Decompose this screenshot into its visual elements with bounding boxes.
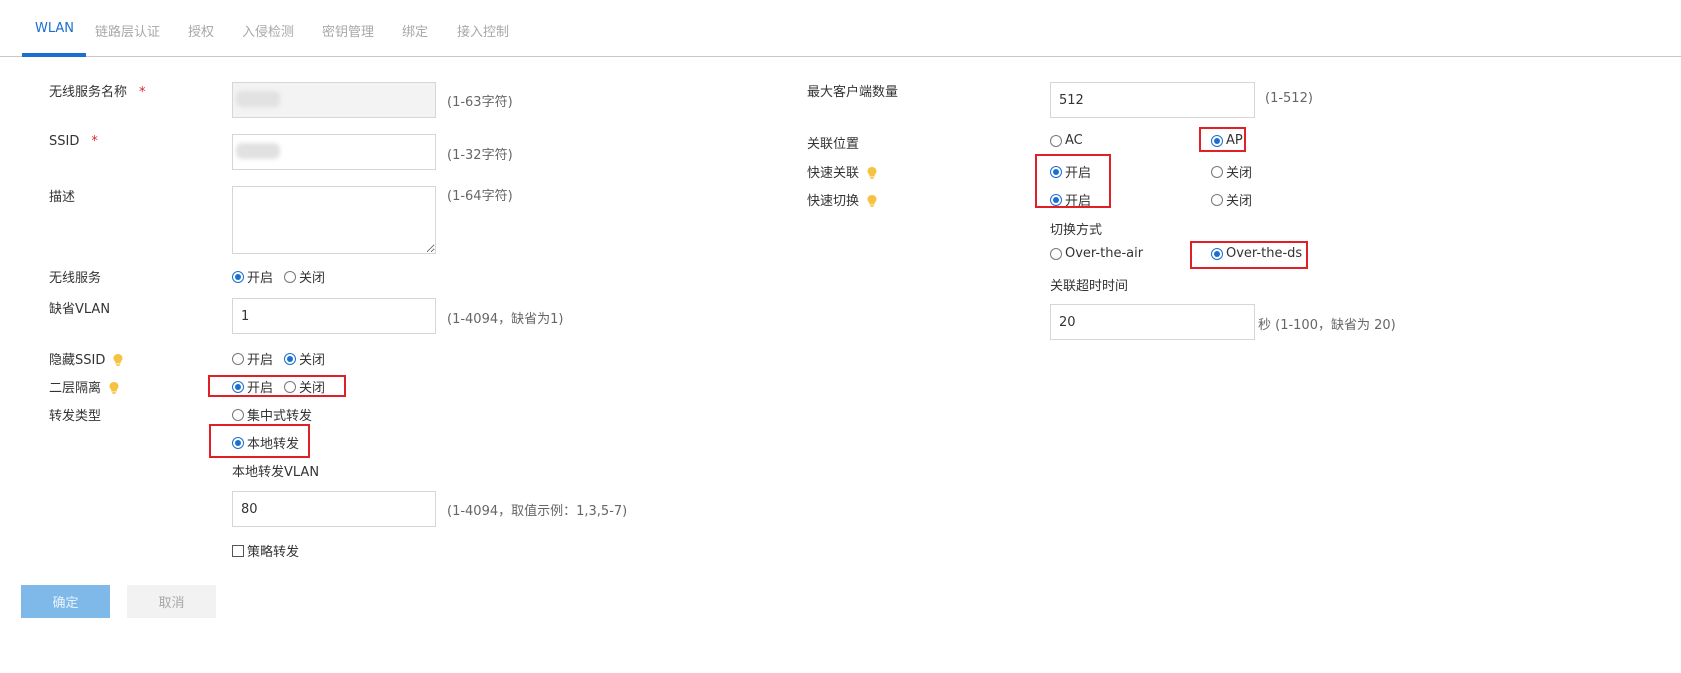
- radio-unselected-icon: [1050, 134, 1062, 147]
- highlight-box: [1190, 241, 1308, 269]
- default-vlan-field[interactable]: [232, 298, 436, 334]
- description-field[interactable]: [232, 186, 436, 254]
- tab-access-control[interactable]: 接入控制: [457, 21, 509, 40]
- hide-ssid-on-radio[interactable]: 开启: [232, 349, 273, 368]
- default-vlan-hint: (1-4094，缺省为1): [447, 312, 564, 327]
- wireless-service-off-radio[interactable]: 关闭: [284, 267, 325, 286]
- wireless-service-on-radio[interactable]: 开启: [232, 267, 273, 286]
- lightbulb-icon: [109, 382, 119, 394]
- confirm-button[interactable]: 确定: [21, 585, 110, 618]
- max-clients-hint: (1-512): [1265, 91, 1313, 106]
- assoc-location-ac-radio[interactable]: AC: [1050, 133, 1083, 148]
- active-tab-indicator: [22, 53, 86, 57]
- tab-binding[interactable]: 绑定: [402, 21, 428, 40]
- radio-unselected-icon: [232, 408, 244, 421]
- ssid-name-label: 无线服务名称 *: [49, 85, 146, 100]
- required-marker: *: [139, 85, 146, 100]
- checkbox-icon: [232, 544, 244, 557]
- fast-assoc-label: 快速关联: [807, 162, 877, 181]
- redacted-value: [236, 91, 280, 107]
- central-forward-radio[interactable]: 集中式转发: [232, 405, 312, 424]
- highlight-box: [208, 375, 346, 397]
- tab-key-management[interactable]: 密钥管理: [322, 21, 374, 40]
- tab-authorization[interactable]: 授权: [188, 21, 214, 40]
- l2-isolation-label: 二层隔离: [49, 377, 119, 396]
- wireless-service-label: 无线服务: [49, 271, 102, 286]
- radio-unselected-icon: [284, 270, 296, 283]
- highlight-box: [1199, 127, 1246, 152]
- fast-roam-label: 快速切换: [807, 190, 877, 209]
- forward-type-label: 转发类型: [49, 409, 102, 424]
- assoc-timeout-field[interactable]: [1050, 304, 1255, 340]
- hide-ssid-label: 隐藏SSID: [49, 349, 123, 368]
- assoc-location-label: 关联位置: [807, 137, 860, 152]
- lightbulb-icon: [867, 195, 877, 207]
- ssid-hint: (1-32字符): [447, 148, 513, 163]
- fast-assoc-off-radio[interactable]: 关闭: [1211, 162, 1252, 181]
- tab-bar: WLAN 链路层认证 授权 入侵检测 密钥管理 绑定 接入控制: [0, 0, 1681, 57]
- ssid-name-hint: (1-63字符): [447, 95, 513, 110]
- policy-forward-checkbox[interactable]: 策略转发: [232, 541, 299, 560]
- lightbulb-icon: [867, 167, 877, 179]
- local-vlan-hint: (1-4094，取值示例：1,3,5-7): [447, 504, 628, 519]
- radio-unselected-icon: [1211, 193, 1223, 206]
- redacted-value: [236, 143, 280, 159]
- tab-link-auth[interactable]: 链路层认证: [95, 21, 160, 40]
- default-vlan-label: 缺省VLAN: [49, 302, 111, 317]
- radio-unselected-icon: [1050, 247, 1062, 260]
- local-vlan-label: 本地转发VLAN: [232, 465, 320, 480]
- max-clients-field[interactable]: [1050, 82, 1255, 118]
- radio-unselected-icon: [1211, 165, 1223, 178]
- fast-roam-off-radio[interactable]: 关闭: [1211, 190, 1252, 209]
- description-label: 描述: [49, 190, 76, 205]
- tab-intrusion-detection[interactable]: 入侵检测: [242, 21, 294, 40]
- max-clients-label: 最大客户端数量: [807, 85, 899, 100]
- local-vlan-field[interactable]: [232, 491, 436, 527]
- tab-wlan[interactable]: WLAN: [35, 21, 74, 36]
- radio-unselected-icon: [232, 352, 244, 365]
- hide-ssid-off-radio[interactable]: 关闭: [284, 349, 325, 368]
- required-marker: *: [91, 134, 98, 149]
- description-hint: (1-64字符): [447, 189, 513, 204]
- highlight-box: [1035, 154, 1111, 208]
- assoc-timeout-label: 关联超时时间: [1050, 279, 1129, 294]
- radio-selected-icon: [284, 352, 296, 365]
- radio-selected-icon: [232, 270, 244, 283]
- roam-over-the-air-radio[interactable]: Over-the-air: [1050, 246, 1143, 261]
- ssid-label: SSID *: [49, 134, 98, 149]
- highlight-box: [209, 424, 310, 458]
- cancel-button[interactable]: 取消: [127, 585, 216, 618]
- lightbulb-icon: [113, 354, 123, 366]
- roam-mode-label: 切换方式: [1050, 223, 1103, 238]
- assoc-timeout-hint: 秒 (1-100，缺省为 20): [1258, 318, 1396, 333]
